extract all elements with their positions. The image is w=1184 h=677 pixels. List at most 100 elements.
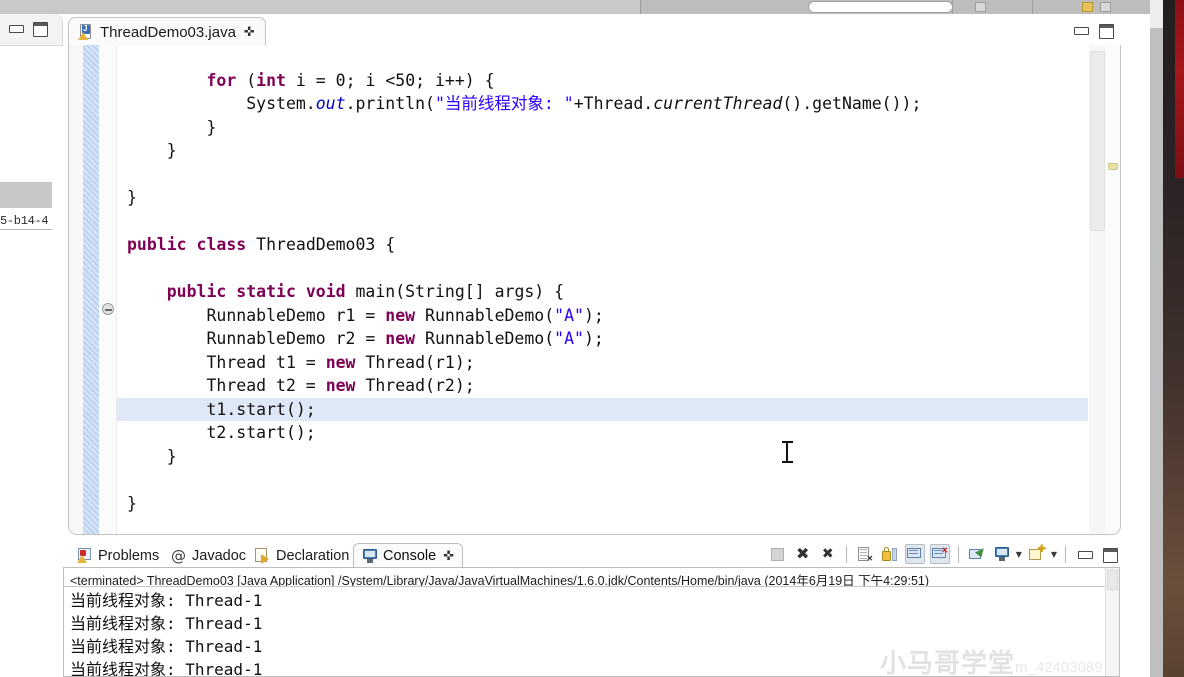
code-line[interactable]: Thread t1 = new Thread(r1); xyxy=(117,351,1088,375)
console-launch-header: <terminated> ThreadDemo03 [Java Applicat… xyxy=(64,568,1119,587)
code-line[interactable] xyxy=(117,163,1088,187)
code-token: Thread t1 = xyxy=(127,352,326,372)
code-token: currentThread xyxy=(653,94,783,113)
editor-vertical-scrollbar[interactable] xyxy=(1089,45,1106,534)
open-console-button[interactable]: ✚ xyxy=(1027,544,1047,564)
show-console-on-error-button[interactable]: ✕ xyxy=(929,544,950,564)
minimize-button-left-view[interactable] xyxy=(8,22,24,35)
tab-declaration[interactable]: Declaration xyxy=(247,543,357,568)
close-icon-console[interactable]: ✜ xyxy=(443,549,454,564)
overview-marker[interactable] xyxy=(1108,163,1118,170)
tab-javadoc[interactable]: @ Javadoc xyxy=(163,543,254,568)
code-token: } xyxy=(127,117,217,137)
code-token: new xyxy=(325,352,356,372)
code-line[interactable]: } xyxy=(117,186,1088,210)
editor-line-number-ruler[interactable] xyxy=(69,45,83,534)
watermark-sub: m_42403089 xyxy=(1015,659,1103,676)
left-view-divider xyxy=(0,229,52,230)
chevron-down-icon-open-console[interactable]: ▼ xyxy=(1051,550,1057,559)
terminate-button[interactable] xyxy=(768,544,788,564)
remove-icon: ✖ xyxy=(795,544,810,563)
code-line[interactable]: Thread t2 = new Thread(r2); xyxy=(117,374,1088,398)
console-icon xyxy=(362,548,378,564)
code-token: main(String[] args) { xyxy=(345,282,565,301)
top-toolbar-strip xyxy=(0,0,1150,14)
fold-collapse-icon[interactable] xyxy=(102,303,114,315)
toolbar-separator-1 xyxy=(845,545,847,563)
show-console-on-output-button[interactable] xyxy=(904,544,925,564)
code-line[interactable]: public static void main(String[] args) { xyxy=(117,280,1088,304)
maximize-button-left-view[interactable] xyxy=(32,22,48,37)
watermark: 小马哥学堂m_42403089 xyxy=(880,643,1146,677)
code-token: Thread(r1); xyxy=(355,352,475,372)
editor-tab-label: ThreadDemo03.java xyxy=(100,23,236,41)
frame-red-stripe xyxy=(1175,0,1184,178)
code-token: public static void xyxy=(166,282,346,301)
code-token: ThreadDemo03 { xyxy=(246,235,396,254)
toolbar-divider xyxy=(952,0,953,14)
code-line[interactable]: } xyxy=(117,445,1088,469)
code-line[interactable]: t2.start(); xyxy=(117,421,1088,445)
tab-problems-label: Problems xyxy=(98,547,160,564)
chevron-down-icon-display-console[interactable]: ▼ xyxy=(1016,550,1022,559)
remove-launch-button[interactable]: ✖ xyxy=(793,544,813,564)
clear-console-icon: ✕ xyxy=(857,546,873,563)
toolbar-search-field[interactable] xyxy=(808,1,953,13)
toolbar-icon-a[interactable] xyxy=(975,2,986,12)
bottom-panel-tab-bar: Problems @ Javadoc Declaration Console ✜ xyxy=(63,540,1127,568)
maximize-button-console[interactable] xyxy=(1099,544,1119,564)
code-token: } xyxy=(127,446,177,466)
code-line[interactable]: } xyxy=(117,139,1088,163)
console-output-line: 当前线程对象: Thread-1 xyxy=(70,591,263,610)
code-line[interactable]: public class ThreadDemo03 { xyxy=(117,233,1088,257)
pin-console-button[interactable] xyxy=(967,544,987,564)
left-view-text-fragment: 5-b14-4 xyxy=(0,214,49,228)
code-line[interactable] xyxy=(117,257,1088,281)
code-line[interactable] xyxy=(117,45,1088,69)
code-token: "当前线程对象: " xyxy=(434,94,574,113)
editor-scrollbar-thumb[interactable] xyxy=(1090,51,1105,231)
code-token: int xyxy=(256,70,286,90)
console-toolbar: ✖ ✖ ✕ ✕ ▼ ✚ ▼ xyxy=(768,544,1119,564)
code-line[interactable]: for (int i = 0; i <50; i++) { xyxy=(117,69,1088,93)
code-line-current[interactable]: t1.start(); xyxy=(117,397,1088,421)
code-line[interactable]: } xyxy=(117,116,1088,140)
console-output-line: 当前线程对象: Thread-1 xyxy=(70,614,263,633)
toolbar-separator-2 xyxy=(957,545,959,563)
clear-console-button[interactable]: ✕ xyxy=(855,544,875,564)
code-token: System. xyxy=(127,94,316,113)
maximize-button-editor[interactable] xyxy=(1098,24,1114,39)
code-line[interactable]: } xyxy=(117,492,1088,516)
code-editor-text[interactable]: for (int i = 0; i <50; i++) { System.out… xyxy=(117,45,1088,534)
toolbar-icon-c[interactable] xyxy=(1100,2,1111,12)
terminate-icon xyxy=(771,547,785,561)
code-token: t2.start(); xyxy=(127,423,316,442)
java-file-icon: J xyxy=(78,24,94,40)
code-line[interactable] xyxy=(117,468,1088,492)
editor-folding-ruler[interactable] xyxy=(99,45,117,534)
tab-problems[interactable]: Problems xyxy=(69,543,167,568)
code-token: RunnableDemo r1 = xyxy=(127,305,386,325)
editor-body[interactable]: for (int i = 0; i <50; i++) { System.out… xyxy=(68,45,1121,535)
code-line[interactable] xyxy=(117,210,1088,234)
console-scrollbar-thumb[interactable] xyxy=(1107,570,1118,590)
scroll-lock-icon xyxy=(882,546,898,562)
tab-console[interactable]: Console ✜ xyxy=(353,543,464,568)
close-icon[interactable]: ✜ xyxy=(244,25,255,40)
display-selected-console-button[interactable] xyxy=(992,544,1012,564)
remove-all-terminated-button[interactable]: ✖ xyxy=(818,544,838,564)
scroll-lock-button[interactable] xyxy=(880,544,900,564)
toolbar-icon-b[interactable] xyxy=(1082,2,1093,12)
editor-tab-threaddemo03[interactable]: J ThreadDemo03.java ✜ xyxy=(68,17,266,46)
screen-root: 5-b14-4 J ThreadDemo03.java ✜ for (int i… xyxy=(0,0,1184,677)
editor-window-buttons xyxy=(1073,24,1114,39)
editor-overview-ruler[interactable] xyxy=(1106,45,1120,534)
code-line[interactable]: RunnableDemo r1 = new RunnableDemo("A"); xyxy=(117,304,1088,328)
minimize-button-console[interactable] xyxy=(1074,544,1094,564)
show-on-output-icon xyxy=(907,547,922,561)
minimize-button-editor[interactable] xyxy=(1073,24,1089,37)
left-view-content-fragment xyxy=(0,182,52,208)
code-line[interactable]: System.out.println("当前线程对象: "+Thread.cur… xyxy=(117,92,1088,116)
code-line[interactable]: RunnableDemo r2 = new RunnableDemo("A"); xyxy=(117,327,1088,351)
